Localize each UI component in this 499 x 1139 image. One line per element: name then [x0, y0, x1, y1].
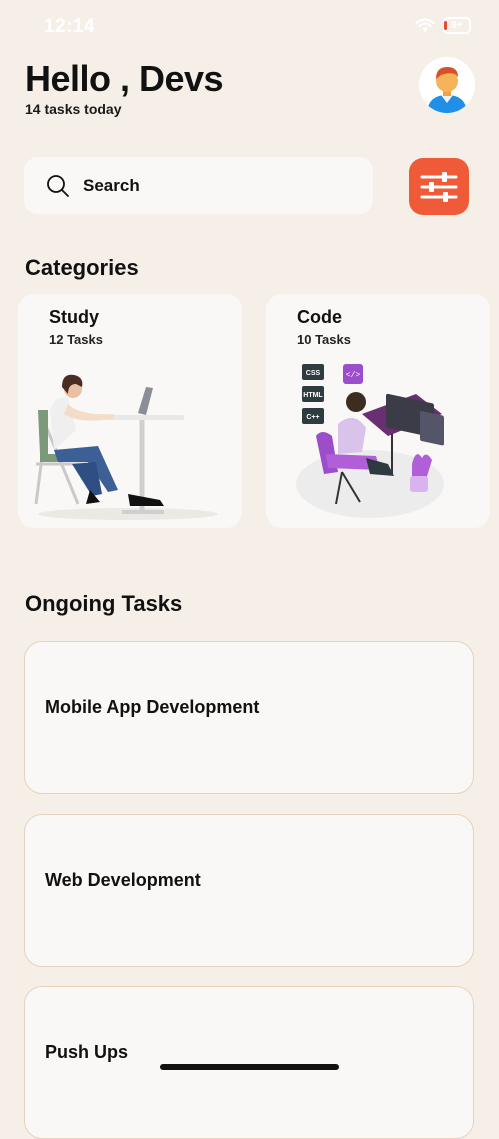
- task-label: Push Ups: [45, 1042, 129, 1062]
- code-badge-cpp: C++: [306, 414, 319, 421]
- status-icons: 9+: [415, 17, 471, 34]
- search-icon: [47, 175, 69, 197]
- category-title: Code: [297, 307, 342, 327]
- greeting-title: Hello , Devs: [25, 58, 224, 99]
- task-card[interactable]: Mobile App Development: [24, 641, 474, 794]
- ongoing-tasks-title: Ongoing Tasks: [25, 591, 183, 616]
- task-label: Web Development: [45, 870, 201, 890]
- avatar-icon: [419, 57, 475, 113]
- status-bar: 12:14 9+: [0, 0, 499, 54]
- battery-icon: 9+: [443, 17, 471, 34]
- category-card-code[interactable]: Code 10 Tasks CSS HTML C++ </>: [266, 294, 490, 528]
- code-illustration: CSS HTML C++ </>: [296, 364, 444, 518]
- tasks-today-subtitle: 14 tasks today: [25, 101, 122, 117]
- category-card-study[interactable]: Study 12 Tasks: [18, 294, 242, 528]
- wifi-icon: [415, 18, 435, 32]
- task-card[interactable]: Push Ups: [24, 986, 474, 1139]
- code-badge-css: CSS: [306, 370, 321, 377]
- filter-button[interactable]: [409, 158, 469, 215]
- study-illustration: [34, 374, 218, 520]
- task-card[interactable]: Web Development: [24, 814, 474, 967]
- home-indicator[interactable]: [160, 1064, 339, 1070]
- search-input[interactable]: Search: [24, 157, 373, 214]
- avatar[interactable]: [419, 57, 475, 113]
- categories-title: Categories: [25, 255, 139, 280]
- filter-sliders-icon: [420, 171, 458, 202]
- task-label: Mobile App Development: [45, 697, 260, 717]
- category-task-count: 10 Tasks: [297, 332, 351, 347]
- category-task-count: 12 Tasks: [49, 332, 103, 347]
- category-title: Study: [49, 307, 100, 327]
- code-badge-html: HTML: [303, 392, 323, 399]
- search-placeholder: Search: [83, 176, 140, 195]
- status-time: 12:14: [44, 16, 96, 37]
- svg-text:</>: </>: [346, 371, 361, 380]
